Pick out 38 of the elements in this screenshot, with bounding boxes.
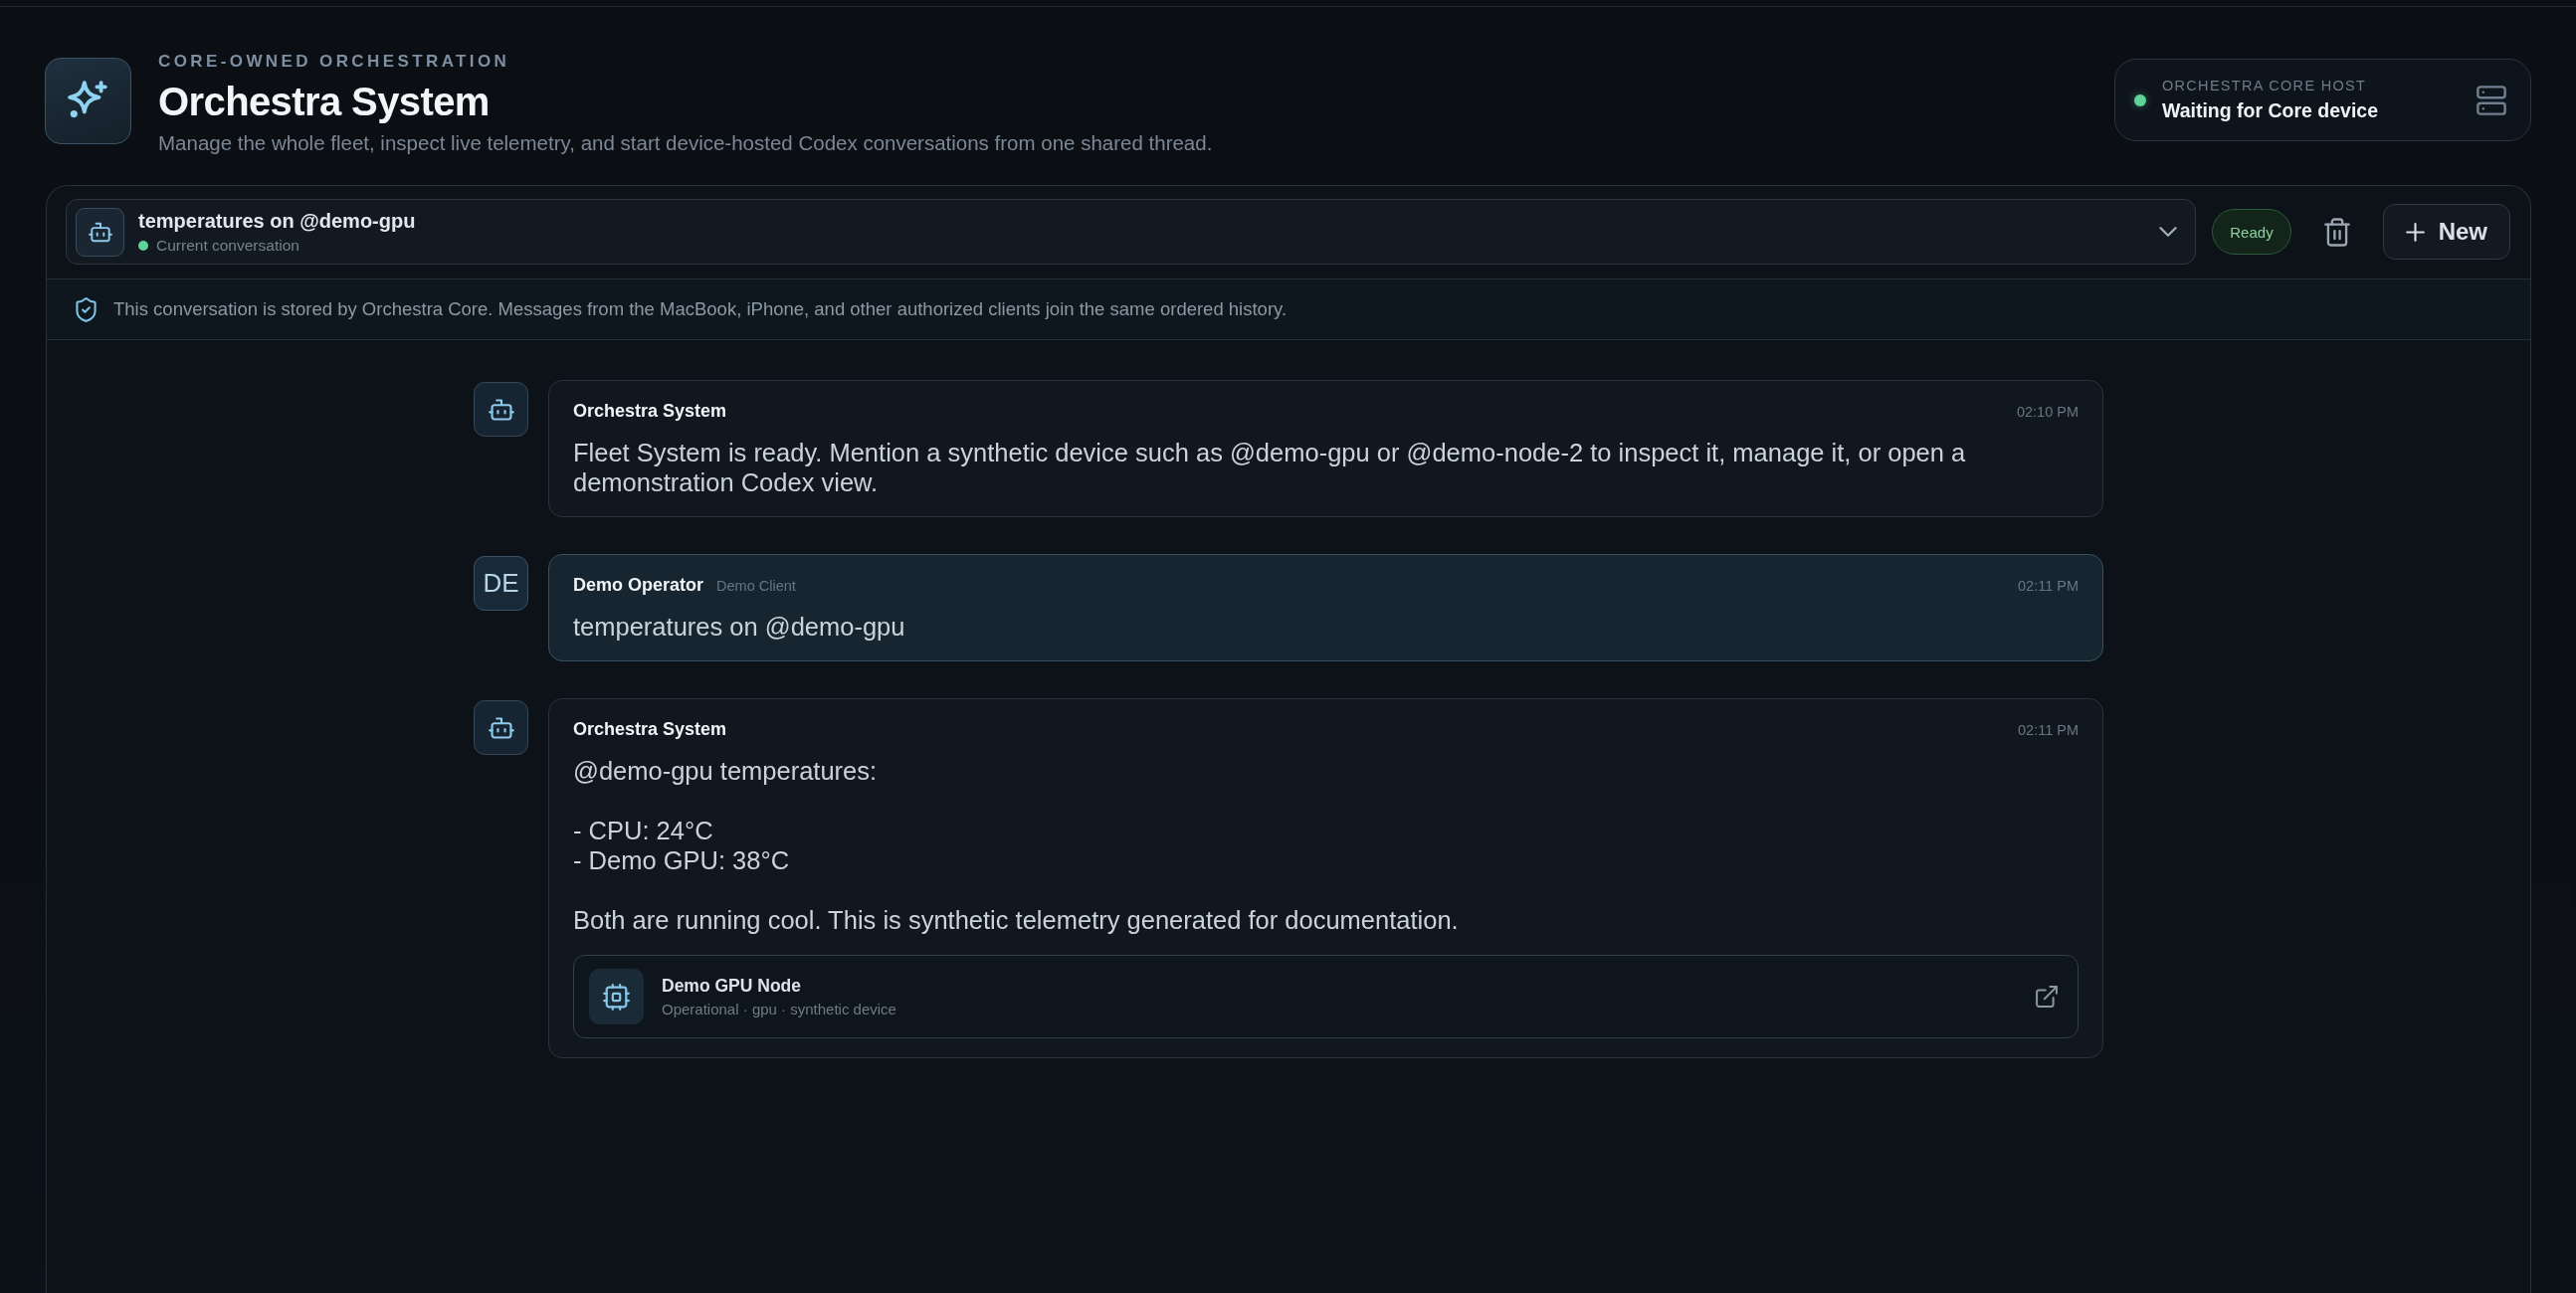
eyebrow-text: CORE-OWNED ORCHESTRATION bbox=[158, 52, 511, 72]
page-subtitle: Manage the whole fleet, inspect live telemetry, and start device-hosted Codex conversations from one shared thread. bbox=[158, 131, 1214, 155]
timestamp: 02:10 PM bbox=[2016, 404, 2079, 420]
status-dot-icon bbox=[2134, 93, 2146, 106]
client-label: Demo Client bbox=[716, 578, 796, 594]
device-card[interactable]: Demo GPU Node Operational · gpu · synthetic device bbox=[573, 955, 2079, 1038]
plus-icon bbox=[2405, 222, 2425, 242]
timestamp: 02:11 PM bbox=[2018, 722, 2079, 738]
sparkle-icon bbox=[45, 58, 131, 144]
conversation-title: temperatures on @demo-gpu bbox=[138, 209, 417, 233]
trash-icon bbox=[2323, 217, 2350, 247]
chip-icon bbox=[589, 969, 644, 1024]
status-dot-icon bbox=[138, 241, 148, 251]
robot-icon bbox=[76, 207, 124, 257]
timestamp: 02:11 PM bbox=[2018, 578, 2079, 594]
device-name: Demo GPU Node bbox=[662, 975, 803, 997]
conversation-subtitle: Current conversation bbox=[156, 237, 299, 255]
robot-avatar-icon bbox=[474, 382, 528, 437]
new-conversation-button[interactable]: New bbox=[2382, 204, 2510, 260]
external-link-icon[interactable] bbox=[2036, 986, 2058, 1008]
robot-avatar-icon bbox=[474, 700, 528, 755]
author-name: Demo Operator bbox=[573, 574, 704, 596]
author-name: Orchestra System bbox=[573, 718, 727, 740]
author-name: Orchestra System bbox=[573, 400, 727, 422]
conversation-dropdown[interactable]: temperatures on @demo-gpu Current conversation bbox=[66, 199, 2197, 265]
host-label: ORCHESTRA CORE HOST bbox=[2162, 78, 2368, 94]
message-text: @demo-gpu temperatures: - CPU: 24°C - Demo GPU: 38°C Both are running cool. This is synthetic telemetry generated for documentation. bbox=[573, 756, 1460, 935]
host-status: Waiting for Core device bbox=[2162, 99, 2380, 122]
chevron-down-icon bbox=[2159, 227, 2178, 237]
server-icon bbox=[2477, 85, 2506, 115]
page-title: Orchestra System bbox=[158, 79, 491, 125]
status-badge: Ready bbox=[2212, 209, 2291, 255]
shield-check-icon bbox=[76, 296, 97, 322]
notice-text: This conversation is stored by Orchestra Core. Messages from the MacBook, iPhone, and other authorized clients join the same ordered history. bbox=[113, 298, 1288, 320]
message-text: Fleet System is ready. Mention a synthetic device such as @demo-gpu or @demo-node-2 to inspect it, manage it, or open a demonstration Codex view. bbox=[573, 438, 1967, 497]
message-text: temperatures on @demo-gpu bbox=[573, 612, 906, 642]
user-avatar: DE bbox=[474, 556, 528, 611]
device-details: Operational · gpu · synthetic device bbox=[662, 1000, 897, 1018]
